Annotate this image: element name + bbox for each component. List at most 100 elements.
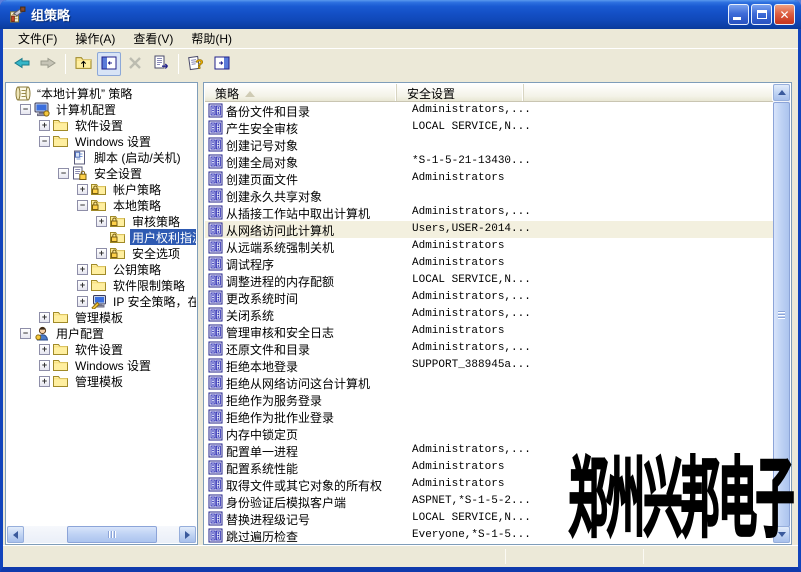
security-setting-value: Users,USER-2014... <box>412 223 562 235</box>
menu-item-view[interactable]: 查看(V) <box>124 28 182 49</box>
tree-item[interactable]: − 安全设置 <box>7 165 196 181</box>
scroll-up-button[interactable] <box>773 84 790 101</box>
policy-row[interactable]: 还原文件和目录Administrators,... <box>205 340 773 357</box>
collapse-icon[interactable]: − <box>58 168 69 179</box>
policy-row[interactable]: 创建全局对象*S-1-5-21-13430... <box>205 153 773 170</box>
policy-tree: “本地计算机” 策略−计算机配置+软件设置−Windows 设置脚本 (启动/关… <box>7 85 196 389</box>
policy-row[interactable]: 拒绝作为服务登录 <box>205 391 773 408</box>
policy-row[interactable]: 调试程序Administrators <box>205 255 773 272</box>
collapse-icon[interactable]: − <box>20 328 31 339</box>
policy-item-icon <box>208 171 223 186</box>
scroll-left-button[interactable] <box>7 526 24 543</box>
policy-row[interactable]: 从网络访问此计算机Users,USER-2014... <box>205 221 773 238</box>
folder-icon <box>91 262 108 277</box>
tree-item-label: 用户权利指派 <box>130 229 196 245</box>
expand-icon[interactable]: + <box>77 296 88 307</box>
policy-row[interactable]: 产生安全审核LOCAL SERVICE,N... <box>205 119 773 136</box>
policy-row[interactable]: 调整进程的内存配额LOCAL SERVICE,N... <box>205 272 773 289</box>
ipsec-icon <box>91 294 108 309</box>
tree-item[interactable]: + 公钥策略 <box>7 261 196 277</box>
tree-item[interactable]: +管理模板 <box>7 309 196 325</box>
security-setting-value: *S-1-5-21-13430... <box>412 155 562 167</box>
policy-name: 创建永久共享对象 <box>226 188 394 205</box>
policy-item-icon <box>208 120 223 135</box>
forward-button[interactable] <box>36 52 60 76</box>
policy-row[interactable]: 从远端系统强制关机Administrators <box>205 238 773 255</box>
collapse-icon[interactable]: − <box>20 104 31 115</box>
tree-item[interactable]: + IP 安全策略，在 <box>7 293 196 309</box>
menu-item-action[interactable]: 操作(A) <box>66 28 124 49</box>
tree-item-label: “本地计算机” 策略 <box>35 85 134 101</box>
expand-icon[interactable]: + <box>39 376 50 387</box>
menu-item-file[interactable]: 文件(F) <box>9 28 66 49</box>
expand-icon[interactable]: + <box>39 120 50 131</box>
minimize-button[interactable] <box>728 4 749 25</box>
tree-hscroll-thumb[interactable] <box>67 526 157 543</box>
tree-item[interactable]: +帐户策略 <box>7 181 196 197</box>
console-tree-pane: “本地计算机” 策略−计算机配置+软件设置−Windows 设置脚本 (启动/关… <box>5 82 198 545</box>
policy-row[interactable]: 内存中锁定页 <box>205 425 773 442</box>
policy-row[interactable]: 拒绝从网络访问这台计算机 <box>205 374 773 391</box>
tree-item[interactable]: +管理模板 <box>7 373 196 389</box>
tree-item[interactable]: −本地策略 <box>7 197 196 213</box>
collapse-icon[interactable]: − <box>77 200 88 211</box>
tree-item-label: 公钥策略 <box>111 261 163 277</box>
help-button[interactable]: ? <box>184 52 208 76</box>
tree-horizontal-scrollbar[interactable] <box>7 526 196 543</box>
expand-icon[interactable]: + <box>39 344 50 355</box>
tree-item-label: 安全设置 <box>92 165 144 181</box>
tree-item[interactable]: +Windows 设置 <box>7 357 196 373</box>
maximize-button[interactable] <box>751 4 772 25</box>
policy-item-icon <box>208 239 223 254</box>
policy-row[interactable]: 拒绝作为批作业登录 <box>205 408 773 425</box>
close-button[interactable]: ✕ <box>774 4 795 25</box>
tree-item-label: Windows 设置 <box>73 133 153 149</box>
show-action-pane-button[interactable] <box>210 52 234 76</box>
menu-item-help[interactable]: 帮助(H) <box>182 28 241 49</box>
expand-icon[interactable]: + <box>96 216 107 227</box>
security-setting-value: Administrators,... <box>412 308 562 320</box>
collapse-icon[interactable]: − <box>39 136 50 147</box>
expand-icon[interactable]: + <box>39 360 50 371</box>
security-setting-value: Administrators,... <box>412 342 562 354</box>
column-header-security-setting[interactable]: 安全设置 <box>397 84 524 101</box>
tree-item[interactable]: −用户配置 <box>7 325 196 341</box>
export-list-button[interactable] <box>149 52 173 76</box>
expand-icon[interactable]: + <box>77 264 88 275</box>
folder-lock-icon <box>91 182 108 197</box>
up-one-level-button[interactable] <box>71 52 95 76</box>
column-header-policy[interactable]: 策略 <box>205 84 397 101</box>
expand-icon[interactable]: + <box>39 312 50 323</box>
policy-row[interactable]: 拒绝本地登录SUPPORT_388945a... <box>205 357 773 374</box>
policy-row[interactable]: 管理审核和安全日志Administrators <box>205 323 773 340</box>
tree-item[interactable]: +软件设置 <box>7 341 196 357</box>
policy-row[interactable]: 更改系统时间Administrators,... <box>205 289 773 306</box>
policy-row[interactable]: 关闭系统Administrators,... <box>205 306 773 323</box>
policy-row[interactable]: 创建永久共享对象 <box>205 187 773 204</box>
policy-name: 调试程序 <box>226 256 394 273</box>
tree-item[interactable]: − Windows 设置 <box>7 133 196 149</box>
tree-item[interactable]: 脚本 (启动/关机) <box>7 149 196 165</box>
security-setting-value: Administrators <box>412 172 562 184</box>
policy-row[interactable]: 创建页面文件Administrators <box>205 170 773 187</box>
show-console-tree-button[interactable] <box>97 52 121 76</box>
minimize-icon <box>733 17 741 20</box>
expand-icon[interactable]: + <box>77 184 88 195</box>
tree-item[interactable]: +安全选项 <box>7 245 196 261</box>
tree-item[interactable]: +审核策略 <box>7 213 196 229</box>
policy-row[interactable]: 创建记号对象 <box>205 136 773 153</box>
titlebar[interactable]: 组策略 ✕ <box>0 0 801 29</box>
policy-row[interactable]: 从插接工作站中取出计算机Administrators,... <box>205 204 773 221</box>
tree-item[interactable]: “本地计算机” 策略 <box>7 85 196 101</box>
scroll-right-button[interactable] <box>179 526 196 543</box>
policy-row[interactable]: 备份文件和目录Administrators,... <box>205 102 773 119</box>
expand-icon[interactable]: + <box>96 248 107 259</box>
expand-icon[interactable]: + <box>77 280 88 291</box>
back-icon <box>13 55 31 74</box>
back-button[interactable] <box>10 52 34 76</box>
tree-item-label: IP 安全策略，在 <box>111 293 196 309</box>
tree-item[interactable]: 用户权利指派 <box>7 229 196 245</box>
tree-item[interactable]: −计算机配置 <box>7 101 196 117</box>
tree-item[interactable]: +软件限制策略 <box>7 277 196 293</box>
tree-item[interactable]: +软件设置 <box>7 117 196 133</box>
